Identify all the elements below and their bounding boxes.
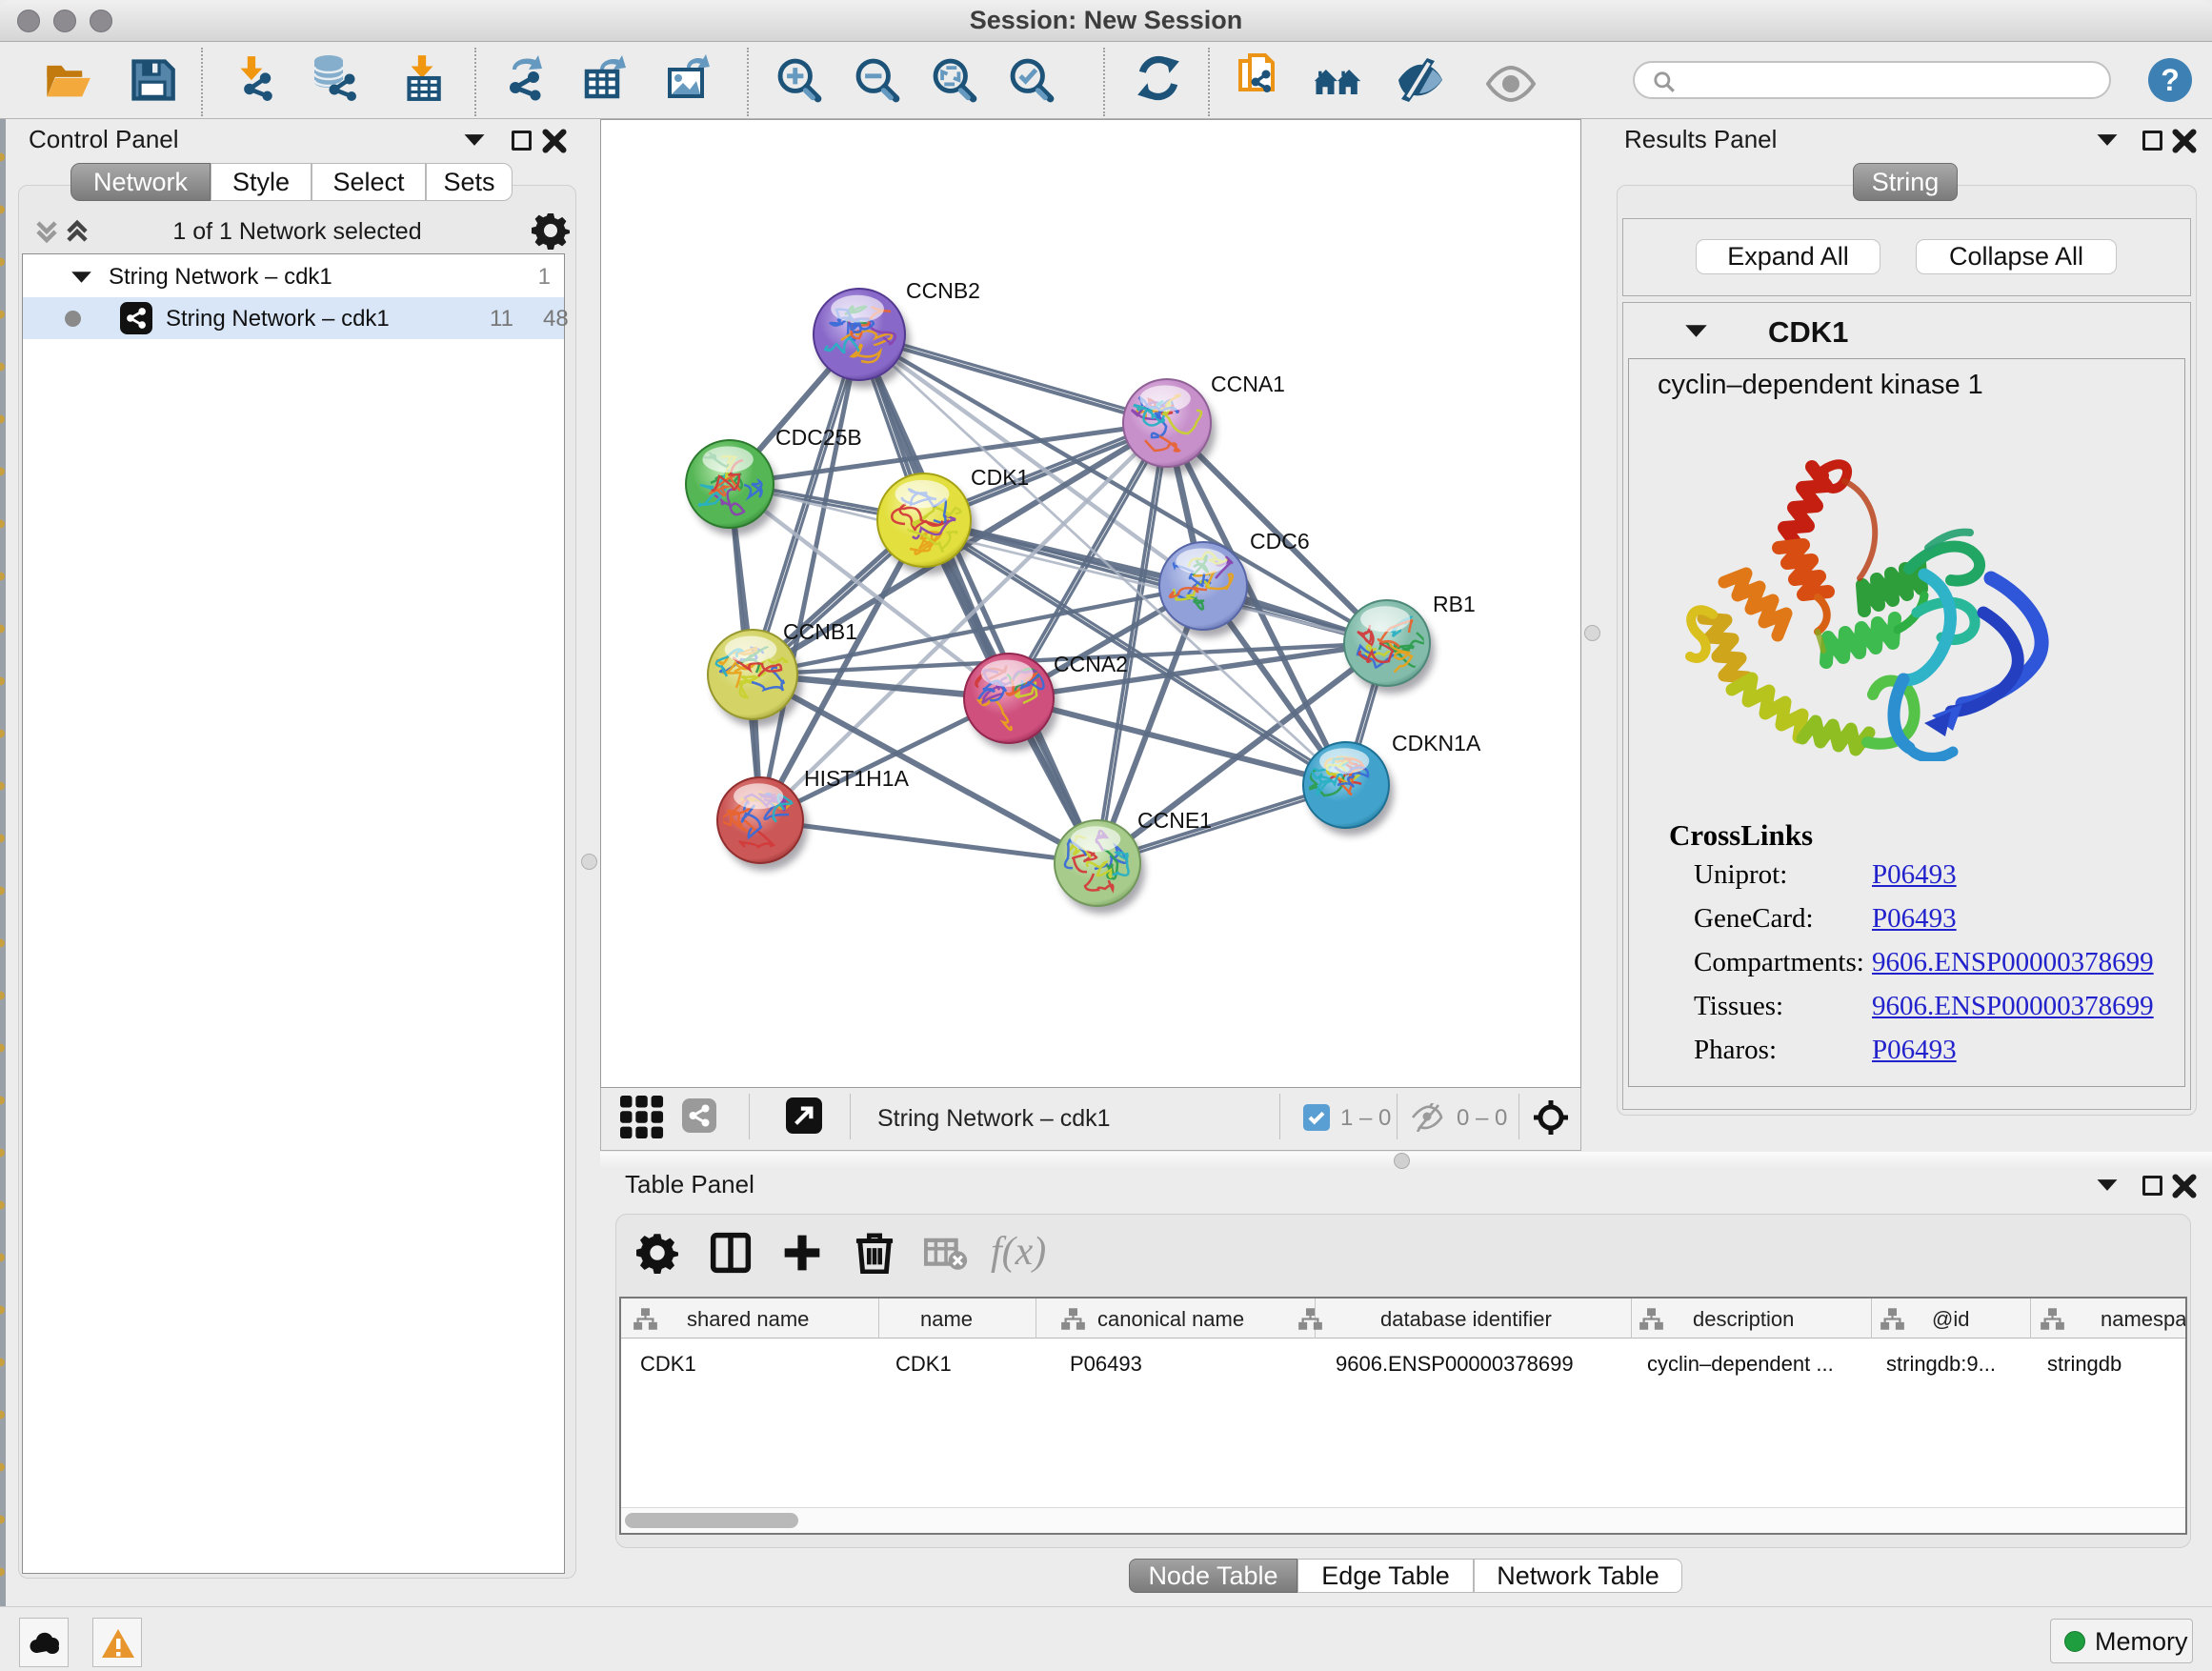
svg-text:CDC25B: CDC25B (775, 425, 862, 450)
svg-text:CDK1: CDK1 (971, 465, 1029, 490)
svg-text:CCNB2: CCNB2 (906, 278, 980, 303)
svg-text:CDC6: CDC6 (1250, 529, 1310, 554)
svg-text:CCNB1: CCNB1 (783, 619, 857, 644)
svg-text:CCNA1: CCNA1 (1211, 372, 1285, 396)
svg-text:CDKN1A: CDKN1A (1392, 731, 1481, 755)
svg-text:HIST1H1A: HIST1H1A (804, 766, 910, 791)
svg-text:CCNE1: CCNE1 (1137, 808, 1212, 833)
svg-text:RB1: RB1 (1433, 592, 1476, 616)
svg-text:CCNA2: CCNA2 (1054, 652, 1128, 676)
